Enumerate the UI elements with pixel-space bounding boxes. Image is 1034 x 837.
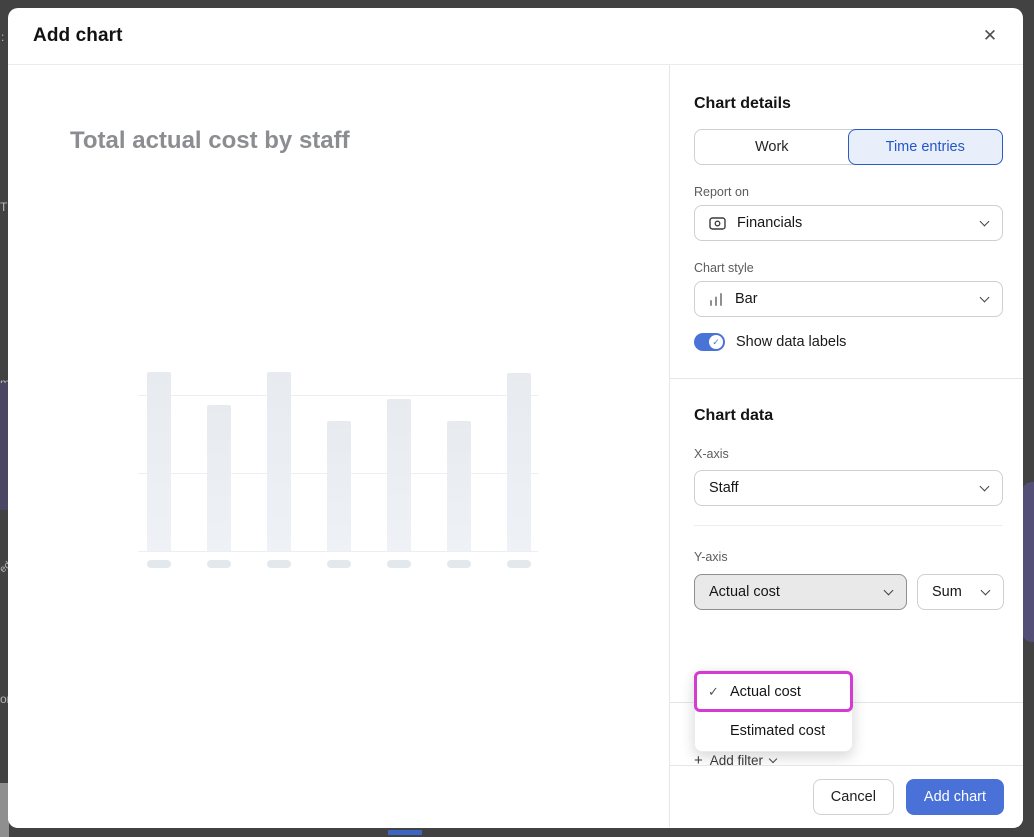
y-axis-dropdown-menu: ✓ Actual cost ✓ Estimated cost <box>694 670 853 752</box>
chart-bar <box>447 421 471 551</box>
background-fragment: T <box>0 200 7 214</box>
modal-body: Total actual cost by staff Chart details… <box>8 65 1023 827</box>
chart-details-heading: Chart details <box>694 95 1003 113</box>
chart-bar <box>267 372 291 551</box>
chart-axis-label-placeholder <box>207 560 231 568</box>
add-chart-modal: Add chart ✕ Total actual cost by staff C… <box>8 8 1023 828</box>
chevron-down-icon <box>769 755 777 763</box>
chart-axis-label-placeholder <box>507 560 531 568</box>
report-on-label: Report on <box>694 185 1003 199</box>
chart-axis-label-placeholder <box>147 560 171 568</box>
chevron-down-icon <box>980 481 990 491</box>
show-data-labels-toggle[interactable]: ✓ <box>694 333 725 351</box>
chart-bar <box>207 405 231 551</box>
cancel-button[interactable]: Cancel <box>813 779 894 815</box>
y-axis-value: Actual cost <box>709 584 885 600</box>
report-on-value: Financials <box>737 215 981 231</box>
add-chart-button[interactable]: Add chart <box>906 779 1004 815</box>
work-time-entries-segmented-control: Work Time entries <box>694 129 1003 165</box>
chevron-down-icon <box>981 585 991 595</box>
show-data-labels-label: Show data labels <box>736 334 846 350</box>
menu-item-actual-cost[interactable]: ✓ Actual cost <box>695 672 852 711</box>
chart-data-heading: Chart data <box>694 407 1003 425</box>
chart-settings-panel: Chart details Work Time entries Report o… <box>669 65 1023 827</box>
modal-header: Add chart ✕ <box>8 8 1023 65</box>
chart-bar <box>147 372 171 551</box>
chart-axis-label-placeholder <box>267 560 291 568</box>
chart-bar <box>387 399 411 551</box>
check-icon: ✓ <box>708 684 730 700</box>
chart-bar <box>327 421 351 551</box>
modal-footer: Cancel Add chart <box>670 765 1023 827</box>
placeholder-bar-chart <box>138 365 538 569</box>
y-axis-label: Y-axis <box>694 550 1003 564</box>
bar-chart-icon <box>709 293 724 306</box>
x-axis-label: X-axis <box>694 447 1003 461</box>
report-on-select[interactable]: Financials <box>694 205 1003 241</box>
close-icon[interactable]: ✕ <box>978 24 1002 48</box>
menu-item-estimated-cost[interactable]: ✓ Estimated cost <box>695 711 852 750</box>
menu-item-label: Estimated cost <box>730 723 825 739</box>
chevron-down-icon <box>884 585 894 595</box>
chart-style-select[interactable]: Bar <box>694 281 1003 317</box>
x-axis-select[interactable]: Staff <box>694 470 1003 506</box>
segment-work[interactable]: Work <box>695 130 849 164</box>
financials-banknote-icon <box>709 217 726 230</box>
chart-axis-label-placeholder <box>447 560 471 568</box>
chevron-down-icon <box>980 292 990 302</box>
aggregation-value: Sum <box>932 584 982 600</box>
chart-bar <box>507 373 531 551</box>
section-divider <box>670 378 1023 379</box>
chart-axis-label-placeholder <box>327 560 351 568</box>
modal-title: Add chart <box>33 25 123 47</box>
y-axis-row: Actual cost Sum <box>694 574 1003 610</box>
chart-axis-label-placeholder <box>387 560 411 568</box>
aggregation-select[interactable]: Sum <box>917 574 1004 610</box>
toggle-check-icon: ✓ <box>709 335 723 349</box>
dimmed-background: : T m ed or Add chart ✕ Total actual cos… <box>0 0 1034 837</box>
chevron-down-icon <box>980 216 990 226</box>
background-scroll-thumb <box>1022 482 1034 642</box>
chart-style-value: Bar <box>735 291 981 307</box>
y-axis-select[interactable]: Actual cost <box>694 574 907 610</box>
segment-time-entries[interactable]: Time entries <box>848 129 1004 165</box>
chart-preview: Total actual cost by staff <box>8 65 669 827</box>
x-axis-value: Staff <box>709 480 981 496</box>
inner-divider <box>694 525 1003 526</box>
show-data-labels-row: ✓ Show data labels <box>694 333 1003 351</box>
chart-preview-title: Total actual cost by staff <box>70 127 350 155</box>
background-fragment: : <box>1 30 4 44</box>
background-accent <box>388 830 422 835</box>
chart-gridline <box>138 395 538 396</box>
chart-style-label: Chart style <box>694 261 1003 275</box>
chart-baseline <box>138 551 538 552</box>
menu-item-label: Actual cost <box>730 684 801 700</box>
